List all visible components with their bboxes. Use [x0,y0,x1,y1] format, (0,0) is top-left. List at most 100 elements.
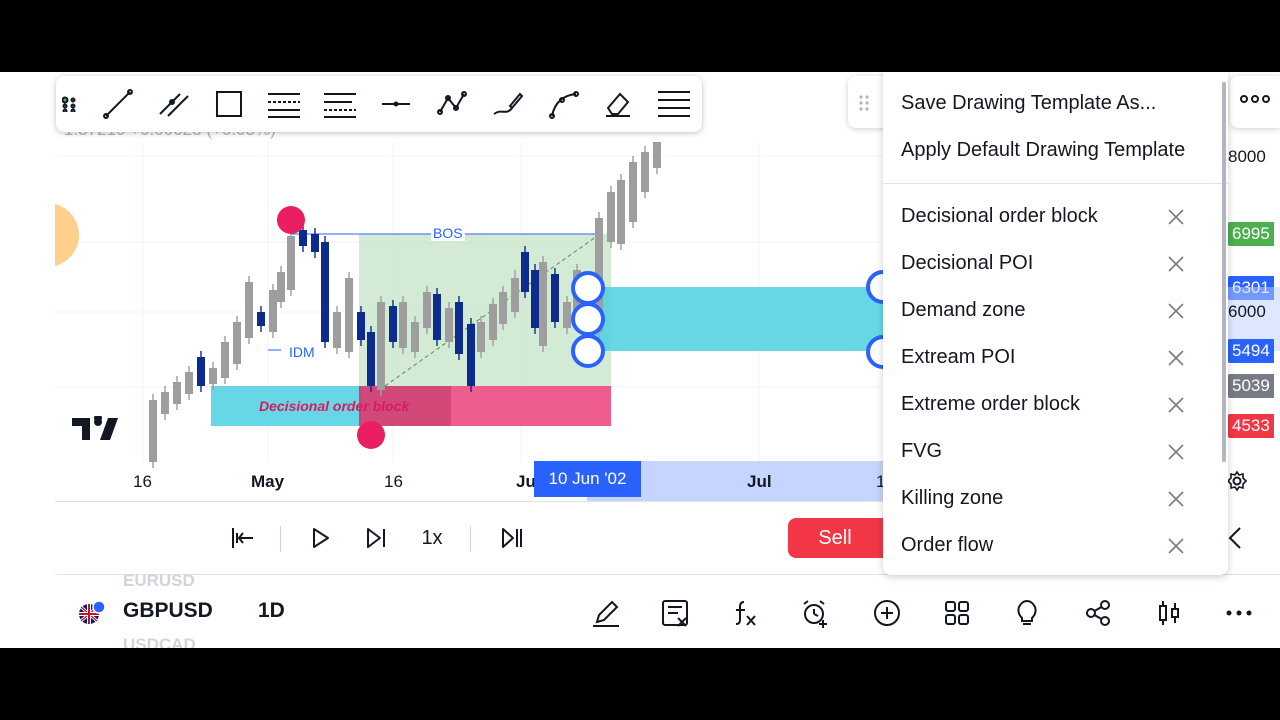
candle-body [357,312,365,340]
candle-body [367,332,375,386]
candles-icon[interactable] [1151,595,1187,631]
step-forward-icon[interactable] [358,520,394,556]
price-label-0: 8000 [1228,147,1266,166]
template-item[interactable]: Extream POI [901,346,1015,369]
apply-default-template-item[interactable]: Apply Default Drawing Template [901,139,1185,162]
candle-body [455,302,463,354]
delete-template-icon[interactable] [1166,348,1186,368]
price-label-5: 5039 [1228,374,1274,398]
candle-body [539,262,547,346]
candle-body [617,180,625,244]
candle-body [245,282,253,338]
candle-body [345,278,353,352]
chart-svg [15,126,885,468]
template-item[interactable]: FVG [901,440,942,463]
delete-template-icon[interactable] [1166,254,1186,274]
template-item[interactable]: Decisional POI [901,252,1033,275]
menu-scrollbar[interactable] [1222,82,1226,462]
share-icon[interactable] [1080,595,1116,631]
trend-line-icon[interactable] [100,86,136,122]
template-item[interactable]: Decisional order block [901,205,1098,228]
fib-extension-icon[interactable] [322,86,358,122]
pattern-icon[interactable] [434,86,470,122]
object-tree-icon[interactable] [657,595,693,631]
rectangle-icon[interactable] [211,86,247,122]
template-item[interactable]: Demand zone [901,299,1026,322]
candle-body [433,294,441,340]
layout-grid-icon[interactable] [939,595,975,631]
more-menu-icon[interactable] [1221,595,1257,631]
next-symbol-ghost: USDCAD [123,635,196,648]
candle-body [477,322,485,352]
price-label-1: 6995 [1228,222,1274,246]
brush-icon[interactable] [490,86,526,122]
price-label-6: 4533 [1228,414,1274,438]
order-block-label: Decisional order block [259,398,410,414]
bottom-bar: EURUSD USDCAD GBPUSD 1D [55,571,1280,648]
ideas-bulb-icon[interactable] [1009,595,1045,631]
tradingview-logo [72,414,118,447]
replay-speed-button[interactable]: 1x [414,520,450,556]
indicators-fx-icon[interactable] [727,595,763,631]
drawing-toolbar [56,76,702,132]
delete-template-icon[interactable] [1166,489,1186,509]
drag-dots-icon[interactable] [858,94,870,117]
delete-template-icon[interactable] [1166,301,1186,321]
menu-lines-icon[interactable] [656,86,692,122]
candle-body [389,306,397,342]
sell-button[interactable]: Sell [788,518,894,558]
chart-canvas[interactable]: BOS IDM Decisional order block [15,126,885,502]
settings-gear-icon[interactable] [1226,470,1248,497]
price-label-3: 6000 [1228,302,1266,321]
candle-body [197,357,205,386]
candle-body [377,302,385,390]
candle-body [467,324,475,386]
eraser-icon[interactable] [600,86,636,122]
play-icon[interactable] [302,520,338,556]
symbol-name[interactable]: GBPUSD [123,599,213,623]
app-screen: 1.37210 +0.00028 (+0.03%) [0,72,1280,648]
delete-template-icon[interactable] [1166,536,1186,556]
candle-body [399,302,407,348]
drawing-template-menu: Save Drawing Template As... Apply Defaul… [883,72,1228,575]
delete-template-icon[interactable] [1166,207,1186,227]
curve-icon[interactable] [546,86,582,122]
horizontal-line-icon[interactable] [378,86,414,122]
price-label-4: 5494 [1228,339,1274,363]
candle-body [563,302,571,328]
collapse-chevron-icon[interactable] [1226,524,1246,557]
interval-button[interactable]: 1D [258,599,285,623]
pencil-icon[interactable] [588,595,624,631]
candle-body [269,290,277,332]
candle-body [521,252,529,292]
cyan-zone-right [586,287,885,351]
jump-to-start-icon[interactable] [224,520,260,556]
alarm-add-icon[interactable] [797,595,833,631]
candle-body [209,368,217,384]
jump-to-realtime-icon[interactable] [494,520,530,556]
template-item[interactable]: Extreme order block [901,393,1080,416]
add-circle-icon[interactable] [869,595,905,631]
delete-template-icon[interactable] [1166,395,1186,415]
more-options-button[interactable] [1230,76,1280,128]
more-dots-icon [1240,95,1270,103]
x-label-0: 16 [133,472,152,491]
template-item[interactable]: Killing zone [901,487,1003,510]
delete-template-icon[interactable] [1166,442,1186,462]
candle-body [423,292,431,328]
candle-body [653,132,661,168]
prev-symbol-ghost: EURUSD [123,571,195,590]
fib-retracement-icon[interactable] [266,86,302,122]
secondary-toolbar [848,76,888,128]
candle-body [629,162,637,222]
x-label-2: 16 [384,472,403,491]
candle-body [445,308,453,342]
parallel-channel-icon[interactable] [156,86,192,122]
template-item[interactable]: Order flow [901,534,993,557]
drag-handle-icon[interactable] [61,96,76,114]
candle-body [161,392,169,414]
candle-body [607,192,615,242]
save-template-item[interactable]: Save Drawing Template As... [901,92,1156,115]
candle-body [299,230,307,246]
candle-body [149,400,157,462]
